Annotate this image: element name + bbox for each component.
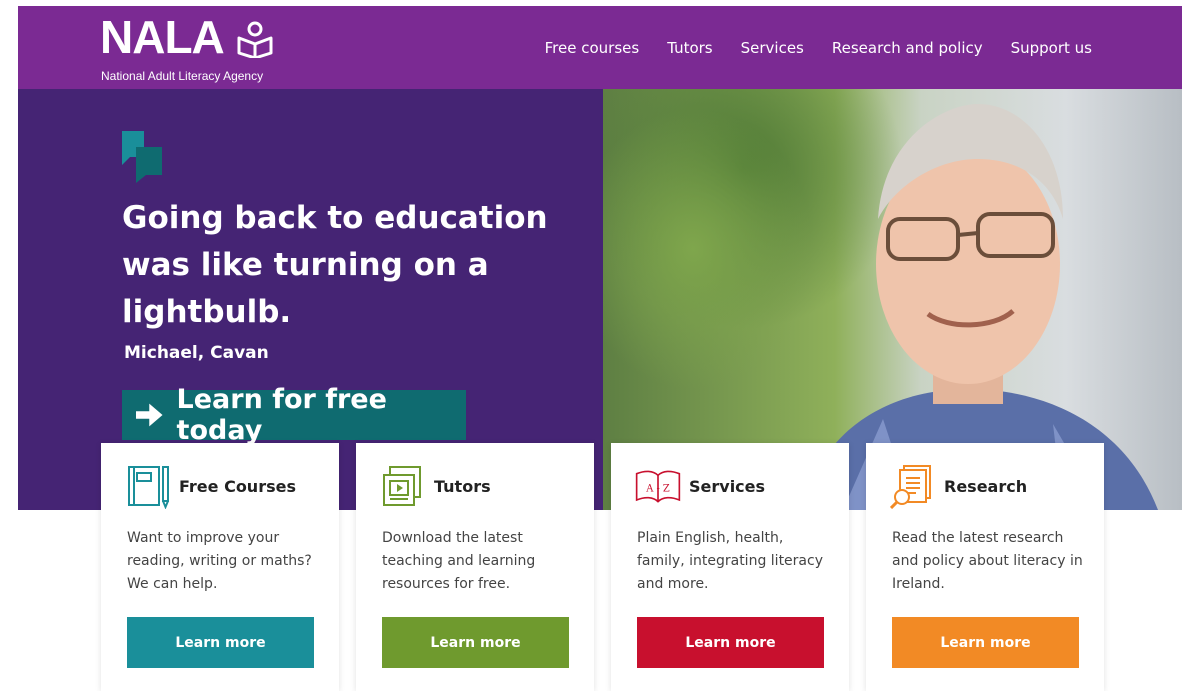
nala-logo[interactable]: NALA National Adult Literacy Agency (100, 14, 300, 86)
quote-attribution: Michael, Cavan (124, 343, 269, 363)
card-description: Want to improve your reading, writing or… (127, 530, 312, 592)
card-title: Tutors (434, 476, 491, 496)
nav-services[interactable]: Services (741, 39, 804, 57)
card-header: Tutors (380, 463, 491, 509)
nav-research-and-policy[interactable]: Research and policy (832, 39, 983, 57)
free-courses-learn-more-button[interactable]: Learn more (127, 617, 314, 668)
card-header: A - Z Services (635, 463, 765, 509)
nav-tutors[interactable]: Tutors (667, 39, 712, 57)
arrow-right-icon (136, 403, 163, 427)
card-description: Plain English, health, family, integrati… (637, 530, 823, 592)
speech-bubbles-icon (122, 131, 162, 183)
card-research: Research Read the latest research and po… (866, 443, 1104, 691)
svg-text:A - Z: A - Z (645, 484, 670, 495)
card-title: Services (689, 476, 766, 496)
card-tutors: Tutors Download the latest teaching and … (356, 443, 594, 691)
reader-book-icon (237, 21, 273, 58)
services-learn-more-button[interactable]: Learn more (637, 617, 824, 668)
cta-label: Learn for free today (176, 384, 387, 446)
card-header: Research (890, 463, 1027, 509)
video-resources-icon (383, 466, 421, 506)
learn-for-free-button[interactable]: Learn for free today (122, 384, 466, 446)
site-header: NALA National Adult Literacy Agency Free… (18, 6, 1182, 89)
nav-support-us[interactable]: Support us (1011, 39, 1092, 57)
card-description: Read the latest research and policy abou… (892, 530, 1083, 592)
card-title: Research (944, 476, 1028, 496)
nav-free-courses[interactable]: Free courses (545, 39, 640, 57)
card-services: A - Z Services Plain English, health, fa… (611, 443, 849, 691)
az-book-icon: A - Z (635, 470, 681, 503)
tutors-learn-more-button[interactable]: Learn more (382, 617, 569, 668)
logo-wordmark: NALA (100, 11, 225, 63)
card-header: Free Courses (125, 463, 296, 509)
card-free-courses: Free Courses Want to improve your readin… (101, 443, 339, 691)
main-nav: Free courses Tutors Services Research an… (545, 6, 1092, 89)
research-learn-more-button[interactable]: Learn more (892, 617, 1079, 668)
notebook-icon (128, 466, 169, 509)
card-title: Free Courses (179, 476, 296, 496)
document-magnifier-icon (890, 465, 931, 509)
logo-subtitle: National Adult Literacy Agency (101, 69, 264, 83)
hero-quote: Going back to education was like turning… (122, 200, 548, 330)
card-description: Download the latest teaching and learnin… (382, 530, 536, 592)
